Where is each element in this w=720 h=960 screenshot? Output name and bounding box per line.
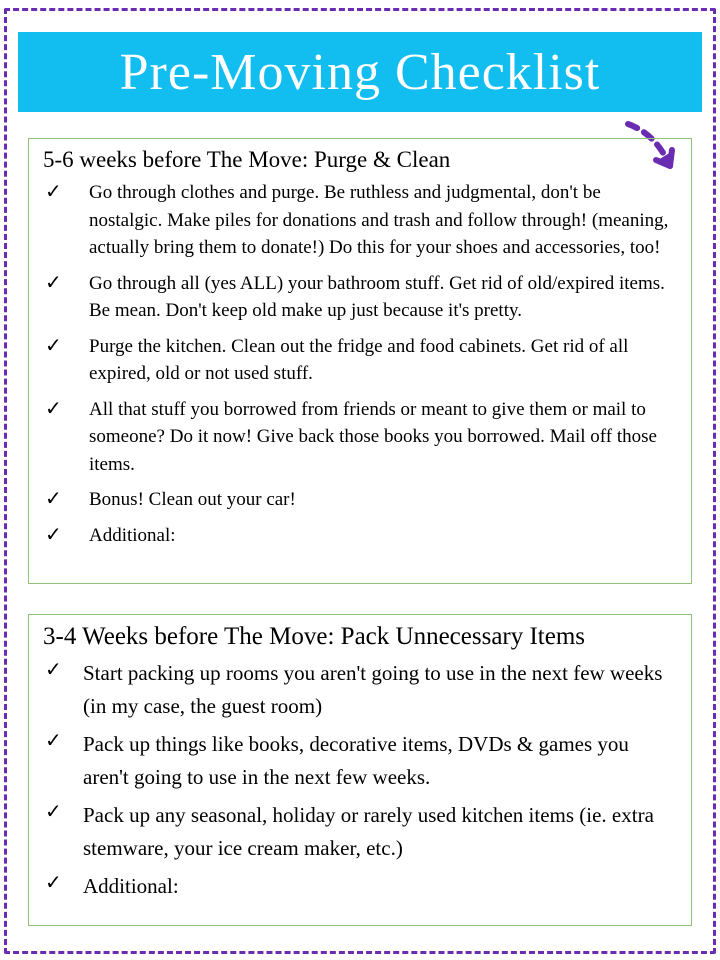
checkmark-icon: ✓ [43,333,79,359]
item-text: Pack up things like books, decorative it… [79,728,677,793]
checklist-item: ✓ Purge the kitchen. Clean out the fridg… [43,333,677,388]
item-text: Additional: [79,522,677,550]
section-1-heading: 5-6 weeks before The Move: Purge & Clean [43,147,677,173]
title-banner: Pre-Moving Checklist [18,32,702,112]
page-title: Pre-Moving Checklist [120,43,601,102]
section-2: 3-4 Weeks before The Move: Pack Unnecess… [28,614,692,926]
checklist-item: ✓ Additional: [43,522,677,550]
checkmark-icon: ✓ [43,728,79,754]
item-text: Go through clothes and purge. Be ruthles… [79,179,677,262]
item-text: Bonus! Clean out your car! [79,486,677,514]
section-2-heading: 3-4 Weeks before The Move: Pack Unnecess… [43,623,677,651]
checklist-item: ✓ Pack up things like books, decorative … [43,728,677,793]
checkmark-icon: ✓ [43,522,79,548]
item-text: All that stuff you borrowed from friends… [79,396,677,479]
item-text: Additional: [79,870,677,903]
checklist-item: ✓ Go through clothes and purge. Be ruthl… [43,179,677,262]
checkmark-icon: ✓ [43,179,79,205]
checklist-item: ✓ Additional: [43,870,677,903]
item-text: Go through all (yes ALL) your bathroom s… [79,270,677,325]
checklist-item: ✓ Bonus! Clean out your car! [43,486,677,514]
checklist-item: ✓ Go through all (yes ALL) your bathroom… [43,270,677,325]
checklist-item: ✓ Pack up any seasonal, holiday or rarel… [43,799,677,864]
checkmark-icon: ✓ [43,270,79,296]
item-text: Pack up any seasonal, holiday or rarely … [79,799,677,864]
checkmark-icon: ✓ [43,396,79,422]
section-1: 5-6 weeks before The Move: Purge & Clean… [28,138,692,584]
checkmark-icon: ✓ [43,486,79,512]
item-text: Purge the kitchen. Clean out the fridge … [79,333,677,388]
item-text: Start packing up rooms you aren't going … [79,657,677,722]
checkmark-icon: ✓ [43,799,79,825]
checklist-item: ✓ All that stuff you borrowed from frien… [43,396,677,479]
checkmark-icon: ✓ [43,870,79,896]
checklist-item: ✓ Start packing up rooms you aren't goin… [43,657,677,722]
checkmark-icon: ✓ [43,657,79,683]
